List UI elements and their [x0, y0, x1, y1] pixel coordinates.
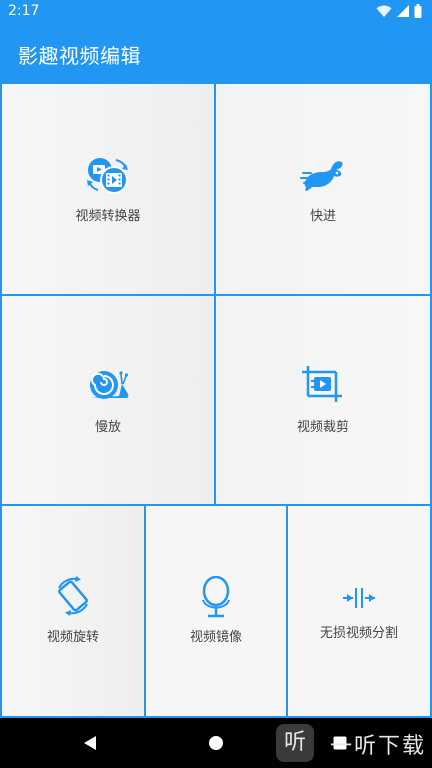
home-icon[interactable] [208, 735, 224, 751]
status-bar: 2:17 [0, 0, 432, 24]
status-time: 2:17 [8, 3, 40, 19]
rabbit-icon [300, 161, 343, 191]
mirror-icon [202, 576, 230, 618]
tool-lossless-split[interactable]: 无损视频分割 [288, 506, 430, 716]
split-icon [343, 588, 375, 608]
tool-label: 视频转换器 [75, 209, 141, 224]
tool-video-crop[interactable]: 视频裁剪 [216, 296, 430, 504]
watermark: 听 一听下载 [270, 720, 430, 766]
tool-label: 无损视频分割 [319, 626, 398, 641]
tool-label: 视频旋转 [46, 630, 99, 645]
tool-video-rotate[interactable]: 视频旋转 [2, 506, 144, 716]
tool-slow-motion[interactable]: 慢放 [2, 296, 214, 504]
tool-label: 快进 [309, 209, 336, 224]
tool-label: 视频裁剪 [296, 420, 349, 435]
app-bar: 影趣视频编辑 [0, 24, 432, 82]
status-icons [376, 4, 422, 18]
tool-label: 视频镜像 [189, 630, 242, 645]
tool-video-converter[interactable]: 视频转换器 [2, 84, 214, 294]
video-converter-icon [87, 158, 128, 194]
tools-grid: 视频转换器 快进 慢放 视频裁剪 视频旋转 视频镜像 无损视频分割 [0, 82, 432, 718]
video-crop-icon [302, 366, 342, 402]
wifi-icon [376, 5, 392, 18]
tool-video-mirror[interactable]: 视频镜像 [146, 506, 286, 716]
tool-fast-forward[interactable]: 快进 [216, 84, 430, 294]
watermark-text: 一听下载 [330, 734, 427, 759]
app-title: 影趣视频编辑 [18, 44, 141, 68]
snail-icon [90, 371, 129, 399]
watermark-logo: 听 [276, 724, 314, 762]
battery-icon [414, 4, 422, 18]
rotate-icon [58, 576, 88, 616]
back-icon[interactable] [82, 735, 98, 751]
signal-icon [397, 5, 409, 17]
tool-label: 慢放 [94, 420, 121, 435]
